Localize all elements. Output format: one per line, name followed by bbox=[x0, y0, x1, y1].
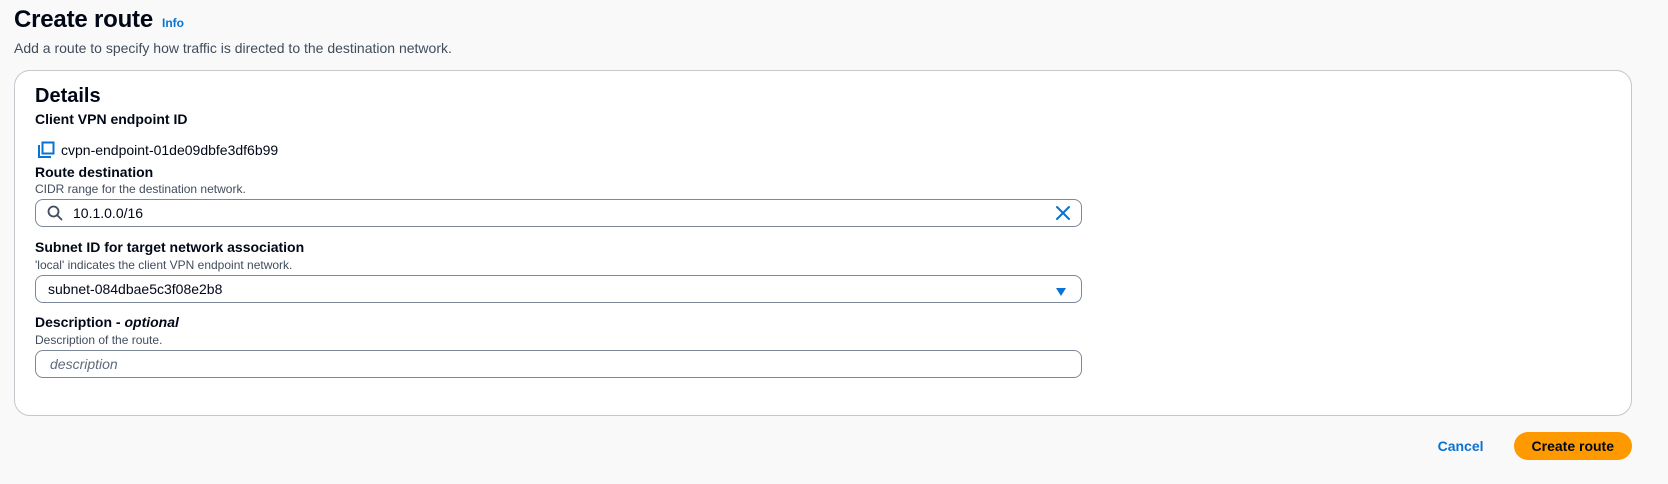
info-link[interactable]: Info bbox=[162, 16, 184, 30]
subnet-hint: 'local' indicates the client VPN endpoin… bbox=[35, 258, 293, 272]
description-input[interactable] bbox=[48, 352, 1081, 376]
description-label-text: Description bbox=[35, 314, 113, 330]
copy-icon[interactable] bbox=[37, 141, 55, 159]
endpoint-id-label: Client VPN endpoint ID bbox=[35, 111, 188, 127]
page-title: Create route bbox=[14, 6, 153, 33]
form-actions: Cancel Create route bbox=[1438, 432, 1632, 460]
endpoint-id-value: cvpn-endpoint-01de09dbfe3df6b99 bbox=[61, 142, 279, 158]
create-route-button[interactable]: Create route bbox=[1513, 432, 1632, 460]
cancel-button[interactable]: Cancel bbox=[1438, 438, 1484, 454]
route-destination-input[interactable] bbox=[71, 201, 1055, 225]
description-optional-tag: optional bbox=[124, 314, 179, 330]
route-destination-hint: CIDR range for the destination network. bbox=[35, 182, 246, 196]
title-row: Create route Info bbox=[14, 6, 452, 34]
caret-down-icon bbox=[1055, 284, 1067, 296]
search-icon bbox=[47, 205, 63, 221]
details-heading: Details bbox=[35, 85, 101, 107]
subnet-selected-value: subnet-084dbae5c3f08e2b8 bbox=[48, 281, 223, 297]
subnet-label: Subnet ID for target network association bbox=[35, 239, 305, 255]
endpoint-id: cvpn-endpoint-01de09dbfe3df6b99 bbox=[37, 141, 278, 159]
route-destination-field bbox=[35, 199, 1082, 227]
subnet-select[interactable]: subnet-084dbae5c3f08e2b8 bbox=[35, 275, 1082, 303]
description-field bbox=[35, 350, 1082, 378]
details-panel: Details Client VPN endpoint ID cvpn-endp… bbox=[14, 70, 1632, 416]
clear-icon[interactable] bbox=[1055, 205, 1071, 221]
route-destination-label: Route destination bbox=[35, 164, 154, 180]
description-label: Description - optional bbox=[35, 314, 179, 330]
page-header: Create route Info Add a route to specify… bbox=[14, 6, 452, 56]
description-hint: Description of the route. bbox=[35, 333, 163, 347]
page-description: Add a route to specify how traffic is di… bbox=[14, 40, 452, 56]
